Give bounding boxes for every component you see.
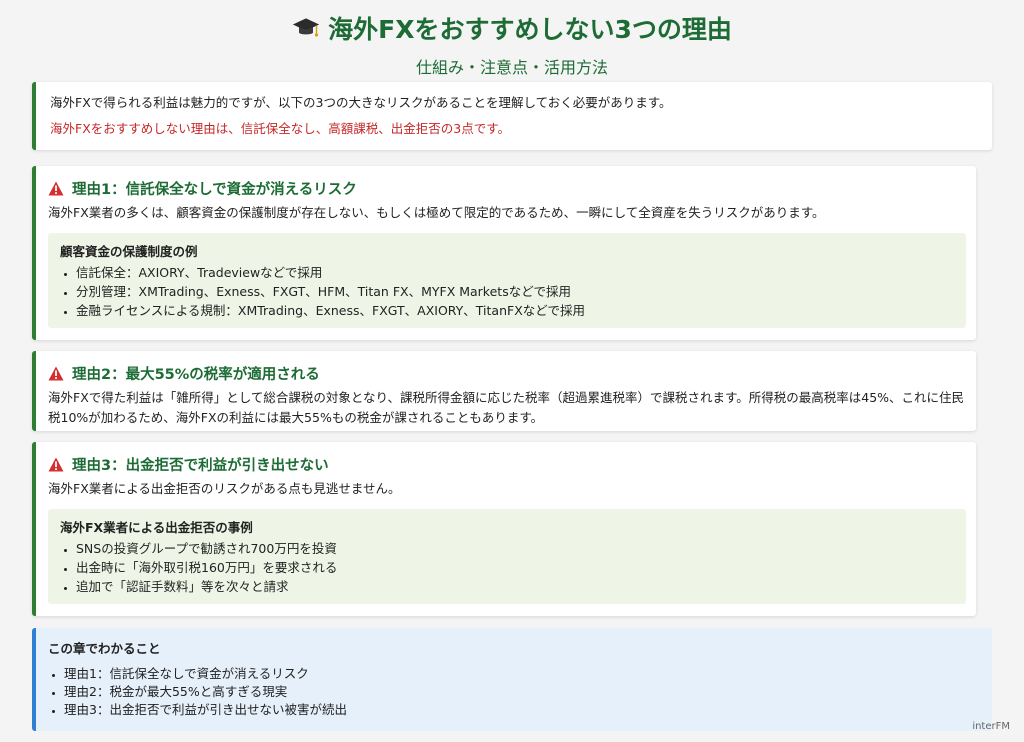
list-item: 信託保全：AXIORY、Tradeviewなどで採用 [76, 263, 954, 282]
page-subtitle: 仕組み・注意点・活用方法 [415, 58, 608, 77]
reason-1-list: 信託保全：AXIORY、Tradeviewなどで採用 分別管理：XMTradin… [60, 263, 954, 320]
summary-title: この章でわかること [48, 641, 161, 656]
reason-1-box-title: 顧客資金の保護制度の例 [60, 244, 198, 259]
page-title-row: 海外FXをおすすめしない3つの理由 [0, 10, 1024, 46]
warning-icon [48, 366, 64, 381]
graduation-cap-icon [293, 18, 320, 37]
list-item: 分別管理：XMTrading、Exness、FXGT、HFM、Titan FX、… [76, 282, 954, 301]
reason-3-box-title: 海外FX業者による出金拒否の事例 [60, 520, 253, 535]
reason-3-heading: 理由3：出金拒否で利益が引き出せない [48, 454, 966, 475]
reason-3-title: 理由3：出金拒否で利益が引き出せない [72, 458, 329, 474]
warning-icon [48, 457, 64, 472]
page-header: 海外FXをおすすめしない3つの理由 仕組み・注意点・活用方法 [0, 0, 1024, 78]
reason-3-example-box: 海外FX業者による出金拒否の事例 SNSの投資グループで勧誘され700万円を投資… [48, 509, 966, 604]
list-item: 出金時に「海外取引税160万円」を要求される [76, 558, 954, 577]
reason-3-text: 海外FX業者による出金拒否のリスクがある点も見逃せません。 [48, 481, 401, 496]
list-item: SNSの投資グループで勧誘され700万円を投資 [76, 539, 954, 558]
reason-2-text: 海外FXで得た利益は「雑所得」として総合課税の対象となり、課税所得金額に応じた税… [48, 390, 965, 425]
chapter-summary-box: この章でわかること 理由1：信託保全なしで資金が消えるリスク 理由2：税金が最大… [32, 628, 992, 731]
reason-1-text: 海外FX業者の多くは、顧客資金の保護制度が存在しない、もしくは極めて限定的である… [48, 205, 825, 220]
summary-list: 理由1：信託保全なしで資金が消えるリスク 理由2：税金が最大55%と高すぎる現実… [48, 665, 980, 719]
brand-watermark: interFM [972, 721, 1010, 732]
intro-text: 海外FXで得られる利益は魅力的ですが、以下の3つの大きなリスクがあることを理解し… [50, 95, 672, 110]
intro-card: 海外FXで得られる利益は魅力的ですが、以下の3つの大きなリスクがあることを理解し… [32, 82, 992, 150]
list-item: 追加で「認証手数料」等を次々と請求 [76, 577, 954, 596]
reason-2-heading: 理由2：最大55%の税率が適用される [48, 363, 966, 384]
reason-1-example-box: 顧客資金の保護制度の例 信託保全：AXIORY、Tradeviewなどで採用 分… [48, 233, 966, 328]
list-item: 理由2：税金が最大55%と高すぎる現実 [64, 683, 980, 701]
page-title: 海外FXをおすすめしない3つの理由 [328, 15, 732, 44]
intro-highlight: 海外FXをおすすめしない理由は、信託保全なし、高額課税、出金拒否の3点です。 [50, 121, 510, 136]
reason-2-title: 理由2：最大55%の税率が適用される [72, 367, 320, 383]
list-item: 理由3：出金拒否で利益が引き出せない被害が続出 [64, 701, 980, 719]
reason-1-heading: 理由1：信託保全なしで資金が消えるリスク [48, 178, 966, 199]
list-item: 理由1：信託保全なしで資金が消えるリスク [64, 665, 980, 683]
reason-3-list: SNSの投資グループで勧誘され700万円を投資 出金時に「海外取引税160万円」… [60, 539, 954, 596]
reason-1-title: 理由1：信託保全なしで資金が消えるリスク [72, 182, 357, 198]
reason-card-2: 理由2：最大55%の税率が適用される 海外FXで得た利益は「雑所得」として総合課… [32, 351, 976, 431]
list-item: 金融ライセンスによる規制：XMTrading、Exness、FXGT、AXIOR… [76, 301, 954, 320]
reason-card-3: 理由3：出金拒否で利益が引き出せない 海外FX業者による出金拒否のリスクがある点… [32, 442, 976, 616]
reason-card-1: 理由1：信託保全なしで資金が消えるリスク 海外FX業者の多くは、顧客資金の保護制… [32, 166, 976, 340]
warning-icon [48, 181, 64, 196]
